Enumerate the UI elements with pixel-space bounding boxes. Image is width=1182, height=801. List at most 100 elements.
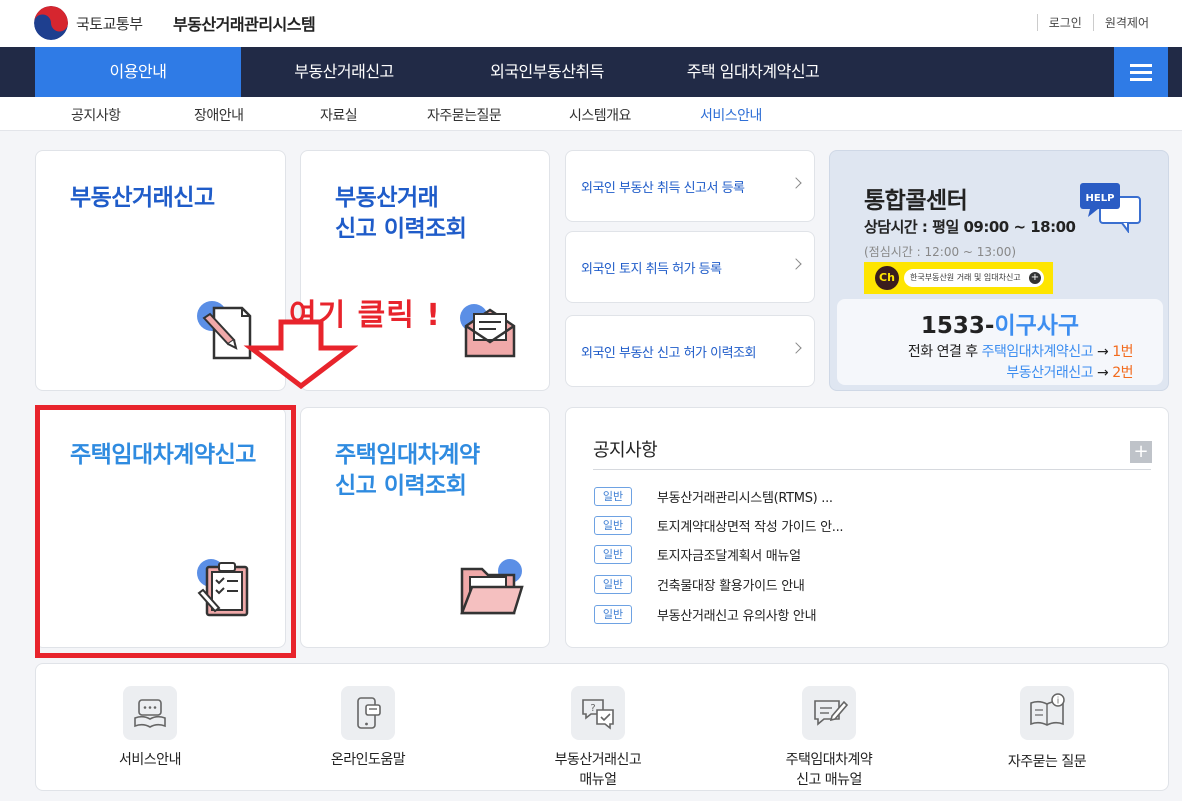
envelope-icon xyxy=(460,304,516,358)
notice-panel: 공지사항 + 일반 부동산거래관리시스템(RTMS) ... 일반 토지계약대상… xyxy=(565,407,1169,648)
ministry-logo[interactable]: 국토교통부 xyxy=(34,6,143,40)
shortcut-online-help[interactable]: 온라인도움말 xyxy=(288,664,448,792)
book-chat-icon xyxy=(123,686,177,740)
kakao-channel-banner[interactable]: Ch 한국부동산원 거래 및 임대차신고 + xyxy=(864,262,1053,294)
notice-item[interactable]: 일반 부동산거래관리시스템(RTMS) ... xyxy=(594,485,833,507)
kakao-text: 한국부동산원 거래 및 임대차신고 xyxy=(910,273,1021,282)
gnb-lease-report[interactable]: 주택 임대차계약신고 xyxy=(647,47,859,97)
foreign-land-permit-link[interactable]: 외국인 토지 취득 허가 등록 xyxy=(565,231,815,303)
foreign-acquisition-register-link[interactable]: 외국인 부동산 취득 신고서 등록 xyxy=(565,150,815,222)
call-center-title: 통합콜센터 xyxy=(864,188,968,214)
shortcut-service-guide[interactable]: 서비스안내 xyxy=(70,664,230,792)
shortcut-label: 자주묻는 질문 xyxy=(1007,754,1087,770)
link-label: 외국인 토지 취득 허가 등록 xyxy=(581,262,722,277)
hamburger-icon[interactable] xyxy=(1114,47,1168,97)
svg-text:?: ? xyxy=(590,703,595,714)
speech-check-icon: ? xyxy=(571,686,625,740)
edit-chat-icon xyxy=(802,686,856,740)
shortcut-bar: 서비스안내 온라인도움말 ? 부동산거래신고 매뉴얼 주택임대차계약 신고 매뉴… xyxy=(35,663,1169,791)
chevron-right-icon xyxy=(790,342,802,354)
hours-value: 09:00 ~ 18:00 xyxy=(963,218,1076,236)
subnav-system-overview[interactable]: 시스템개요 xyxy=(569,105,631,125)
route-number: 2번 xyxy=(1112,365,1133,381)
subnav-faq[interactable]: 자주묻는질문 xyxy=(427,105,502,125)
route-service: 부동산거래신고 xyxy=(1006,365,1094,381)
category-badge: 일반 xyxy=(594,544,632,564)
notice-item[interactable]: 일반 부동산거래신고 유의사항 안내 xyxy=(594,603,817,625)
phone-box: 1533-이구사구 전화 연결 후 주택임대차계약신고 → 1번 부동산거래신고… xyxy=(837,299,1163,385)
subnav-outage[interactable]: 장애안내 xyxy=(194,105,244,125)
notice-item[interactable]: 일반 건축물대장 활용가이드 안내 xyxy=(594,573,805,595)
chevron-right-icon xyxy=(790,258,802,270)
subnav-library[interactable]: 자료실 xyxy=(320,105,358,125)
plus-icon: + xyxy=(1029,272,1041,284)
phone-number: 1533-이구사구 xyxy=(837,306,1163,340)
chevron-right-icon xyxy=(790,177,802,189)
shortcut-label: 온라인도움말 xyxy=(330,752,406,768)
call-center-panel: 통합콜센터 HELP 상담시간 : 평일 09:00 ~ 18:00 (점심시간… xyxy=(829,150,1169,391)
link-label: 외국인 부동산 취득 신고서 등록 xyxy=(581,181,745,196)
subnav-service-guide[interactable]: 서비스안내 xyxy=(700,105,762,125)
lease-history-card[interactable]: 주택임대차계약 신고 이력조회 xyxy=(300,407,550,648)
gnb-foreign-acquisition[interactable]: 외국인부동산취득 xyxy=(447,47,647,97)
kakao-channel-icon: Ch xyxy=(875,266,899,290)
remote-control-link[interactable]: 원격제어 xyxy=(1092,14,1160,31)
notice-item[interactable]: 일반 토지계약대상면적 작성 가이드 안... xyxy=(594,514,844,536)
foreign-history-link[interactable]: 외국인 부동산 신고 허가 이력조회 xyxy=(565,315,815,387)
category-badge: 일반 xyxy=(594,515,632,535)
category-badge: 일반 xyxy=(594,486,632,506)
realestate-history-title: 부동산거래 신고 이력조회 xyxy=(335,185,467,242)
link-label: 외국인 부동산 신고 허가 이력조회 xyxy=(581,346,756,361)
category-badge: 일반 xyxy=(594,604,632,624)
ministry-name: 국토교통부 xyxy=(76,14,143,33)
svg-text:i: i xyxy=(1057,697,1060,707)
shortcut-label: 서비스안내 xyxy=(119,752,181,768)
category-badge: 일반 xyxy=(594,574,632,594)
realestate-report-title: 부동산거래신고 xyxy=(70,185,215,211)
gnb-realestate-report[interactable]: 부동산거래신고 xyxy=(241,47,447,97)
call-center-hours: 상담시간 : 평일 09:00 ~ 18:00 xyxy=(864,216,1076,237)
route-prefix: 전화 연결 후 xyxy=(907,344,982,360)
shortcut-label: 부동산거래신고 매뉴얼 xyxy=(554,752,642,788)
folder-icon xyxy=(460,559,524,615)
arrow-icon: → xyxy=(1093,344,1113,360)
divider xyxy=(593,469,1151,470)
shortcut-label: 주택임대차계약 신고 매뉴얼 xyxy=(785,752,873,788)
gnb-usage-guide[interactable]: 이용안내 xyxy=(35,47,241,97)
notice-item-title[interactable]: 부동산거래신고 유의사항 안내 xyxy=(657,605,817,624)
system-title[interactable]: 부동산거래관리시스템 xyxy=(173,11,316,35)
lease-history-title: 주택임대차계약 신고 이력조회 xyxy=(335,442,480,499)
arrow-icon: → xyxy=(1093,365,1113,381)
phone-prefix: 1533- xyxy=(920,313,995,339)
notice-item-title[interactable]: 토지자금조달계획서 매뉴얼 xyxy=(657,545,801,564)
shortcut-realestate-manual[interactable]: ? 부동산거래신고 매뉴얼 xyxy=(518,664,678,792)
book-info-icon: i xyxy=(1020,686,1074,740)
route-number: 1번 xyxy=(1112,344,1133,360)
more-icon[interactable]: + xyxy=(1130,441,1152,463)
taegeuk-icon xyxy=(34,6,68,40)
arrow-down-icon xyxy=(243,319,358,390)
notice-title: 공지사항 xyxy=(593,440,658,461)
lunch-hours: (점심시간 : 12:00 ~ 13:00) xyxy=(864,245,1017,259)
help-bubble-icon: HELP xyxy=(1080,183,1141,233)
global-nav: 이용안내 부동산거래신고 외국인부동산취득 주택 임대차계약신고 xyxy=(0,47,1182,97)
click-highlight-box xyxy=(35,405,296,658)
phone-word: 이구사구 xyxy=(994,313,1080,339)
notice-item[interactable]: 일반 토지자금조달계획서 매뉴얼 xyxy=(594,543,801,565)
top-header: 국토교통부 부동산거래관리시스템 로그인 원격제어 xyxy=(0,0,1182,47)
help-text: HELP xyxy=(1086,193,1115,204)
notice-item-title[interactable]: 건축물대장 활용가이드 안내 xyxy=(657,575,805,594)
utility-links: 로그인 원격제어 xyxy=(1036,14,1160,31)
hours-label: 상담시간 : 평일 xyxy=(864,218,964,236)
route-realestate: 부동산거래신고 → 2번 xyxy=(1006,362,1133,382)
notice-item-title[interactable]: 부동산거래관리시스템(RTMS) ... xyxy=(657,487,833,506)
route-lease: 전화 연결 후 주택임대차계약신고 → 1번 xyxy=(907,341,1134,361)
notice-item-title[interactable]: 토지계약대상면적 작성 가이드 안... xyxy=(657,516,844,535)
shortcut-lease-manual[interactable]: 주택임대차계약 신고 매뉴얼 xyxy=(749,664,909,792)
kakao-channel-name: 한국부동산원 거래 및 임대차신고 + xyxy=(904,269,1044,287)
sub-nav: 공지사항 장애안내 자료실 자주묻는질문 시스템개요 서비스안내 xyxy=(0,97,1182,131)
shortcut-faq[interactable]: i 자주묻는 질문 xyxy=(967,664,1127,792)
subnav-notice[interactable]: 공지사항 xyxy=(71,105,121,125)
mobile-chat-icon xyxy=(341,686,395,740)
login-link[interactable]: 로그인 xyxy=(1036,14,1093,31)
